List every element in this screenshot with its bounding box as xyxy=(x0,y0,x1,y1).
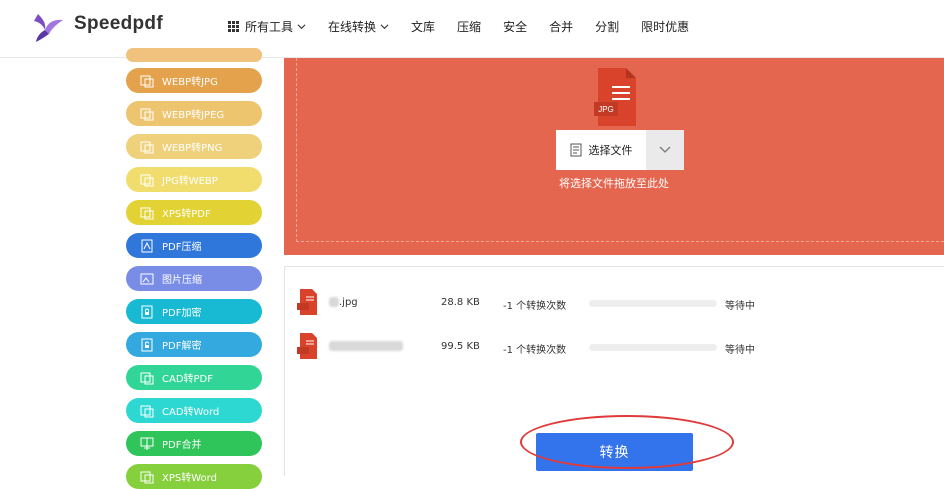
sidebar-item-jpg-to-webp[interactable]: JPG转WEBP xyxy=(126,167,262,192)
document-convert-icon xyxy=(140,470,154,484)
file-type-label: JPG xyxy=(598,105,614,114)
sidebar-item-label: WEBP转JPG xyxy=(162,77,218,88)
nav-label: 安全 xyxy=(503,19,528,34)
sidebar-item-webp-to-jpeg[interactable]: WEBP转JPEG xyxy=(126,101,262,126)
cad-convert-icon xyxy=(140,404,154,418)
merge-icon xyxy=(140,437,154,451)
sidebar-item-partial[interactable] xyxy=(126,48,262,62)
convert-button[interactable]: 转换 xyxy=(536,433,693,471)
tool-sidebar: WEBP转JPG WEBP转JPEG WEBP转PNG JPG转WEBP XPS… xyxy=(0,48,284,489)
document-convert-icon xyxy=(140,206,154,220)
lock-icon xyxy=(140,305,154,319)
file-name xyxy=(329,341,403,352)
sidebar-item-webp-to-jpg[interactable]: WEBP转JPG xyxy=(126,68,262,93)
image-convert-icon xyxy=(140,74,154,88)
progress-bar xyxy=(589,344,717,351)
file-size: 28.8 KB xyxy=(441,297,480,308)
nav-label: 分割 xyxy=(595,19,620,34)
image-convert-icon xyxy=(140,107,154,121)
sidebar-item-webp-to-png[interactable]: WEBP转PNG xyxy=(126,134,262,159)
sidebar-item-label: WEBP转JPEG xyxy=(162,110,225,121)
sidebar-item-image-compress[interactable]: 图片压缩 xyxy=(126,266,262,291)
sidebar-item-label: WEBP转PNG xyxy=(162,143,223,154)
redacted-text xyxy=(329,341,403,351)
sidebar-item-pdf-encrypt[interactable]: PDF加密 xyxy=(126,299,262,324)
nav-compress[interactable]: 压缩 xyxy=(457,18,481,35)
unlock-icon xyxy=(140,338,154,352)
redacted-text xyxy=(329,297,339,307)
sidebar-item-label: 图片压缩 xyxy=(162,275,202,286)
nav-library[interactable]: 文库 xyxy=(411,18,435,35)
chevron-down-icon xyxy=(297,23,306,29)
sidebar-item-xps-to-pdf[interactable]: XPS转PDF xyxy=(126,200,262,225)
file-row: 99.5 KB -1 个转换次数 等待中 xyxy=(285,333,944,359)
nav-label: 合并 xyxy=(549,19,574,34)
nav-label: 在线转换 xyxy=(328,19,377,34)
image-compress-icon xyxy=(140,272,154,286)
sidebar-item-label: PDF压缩 xyxy=(162,242,202,253)
compress-icon xyxy=(140,239,154,253)
nav-label: 所有工具 xyxy=(245,19,294,34)
nav-label: 文库 xyxy=(411,19,436,34)
file-status: 等待中 xyxy=(725,301,755,312)
conversion-count: -1 个转换次数 xyxy=(503,301,567,312)
brand-name[interactable]: Speedpdf xyxy=(74,13,163,35)
chevron-down-icon xyxy=(380,23,389,29)
select-file-control: 选择文件 xyxy=(556,130,684,170)
sidebar-item-label: JPG转WEBP xyxy=(162,176,218,187)
document-icon xyxy=(570,143,581,157)
sidebar-item-label: CAD转PDF xyxy=(162,374,214,385)
image-convert-icon xyxy=(140,173,154,187)
sidebar-item-label: PDF解密 xyxy=(162,341,202,352)
sidebar-item-label: XPS转Word xyxy=(162,473,217,484)
sidebar-item-pdf-decrypt[interactable]: PDF解密 xyxy=(126,332,262,357)
upload-dropzone[interactable]: JPG 选择文件 将选择文件拖放至此处 xyxy=(284,58,944,255)
nav-merge[interactable]: 合并 xyxy=(549,18,573,35)
image-convert-icon xyxy=(140,140,154,154)
select-file-button[interactable]: 选择文件 xyxy=(556,130,646,170)
file-size: 99.5 KB xyxy=(441,341,480,352)
conversion-count: -1 个转换次数 xyxy=(503,345,567,356)
progress-bar xyxy=(589,300,717,307)
nav-promo[interactable]: 限时优惠 xyxy=(641,18,689,35)
speedpdf-logo[interactable] xyxy=(30,10,66,44)
sidebar-item-label: XPS转PDF xyxy=(162,209,211,220)
nav-split[interactable]: 分割 xyxy=(595,18,619,35)
file-row: .jpg 28.8 KB -1 个转换次数 等待中 xyxy=(285,289,944,315)
sidebar-item-label: PDF加密 xyxy=(162,308,202,319)
sidebar-item-pdf-merge[interactable]: PDF合并 xyxy=(126,431,262,456)
chevron-down-icon xyxy=(659,146,671,153)
sidebar-item-label: PDF合并 xyxy=(162,440,202,451)
file-name: .jpg xyxy=(329,297,358,308)
cad-convert-icon xyxy=(140,371,154,385)
nav-online-convert[interactable]: 在线转换 xyxy=(328,18,389,35)
nav-label: 压缩 xyxy=(457,19,482,34)
jpg-file-icon: JPG xyxy=(594,68,636,126)
drop-hint-text: 将选择文件拖放至此处 xyxy=(559,177,669,190)
file-status: 等待中 xyxy=(725,345,755,356)
nav-security[interactable]: 安全 xyxy=(503,18,527,35)
sidebar-item-cad-to-word[interactable]: CAD转Word xyxy=(126,398,262,423)
file-name-visible: .jpg xyxy=(339,297,358,308)
sidebar-item-cad-to-pdf[interactable]: CAD转PDF xyxy=(126,365,262,390)
grid-icon xyxy=(228,20,239,32)
nav-all-tools[interactable]: 所有工具 xyxy=(228,18,306,35)
nav-label: 限时优惠 xyxy=(641,19,690,34)
jpg-file-icon xyxy=(297,289,317,315)
sidebar-item-label: CAD转Word xyxy=(162,407,220,418)
sidebar-item-xps-to-word[interactable]: XPS转Word xyxy=(126,464,262,489)
jpg-file-icon xyxy=(297,333,317,359)
main-nav: 所有工具 在线转换 文库 压缩 安全 合并 分割 限时优惠 xyxy=(228,18,711,34)
select-file-label: 选择文件 xyxy=(588,144,633,157)
select-source-dropdown[interactable] xyxy=(646,130,684,170)
sidebar-item-pdf-compress[interactable]: PDF压缩 xyxy=(126,233,262,258)
